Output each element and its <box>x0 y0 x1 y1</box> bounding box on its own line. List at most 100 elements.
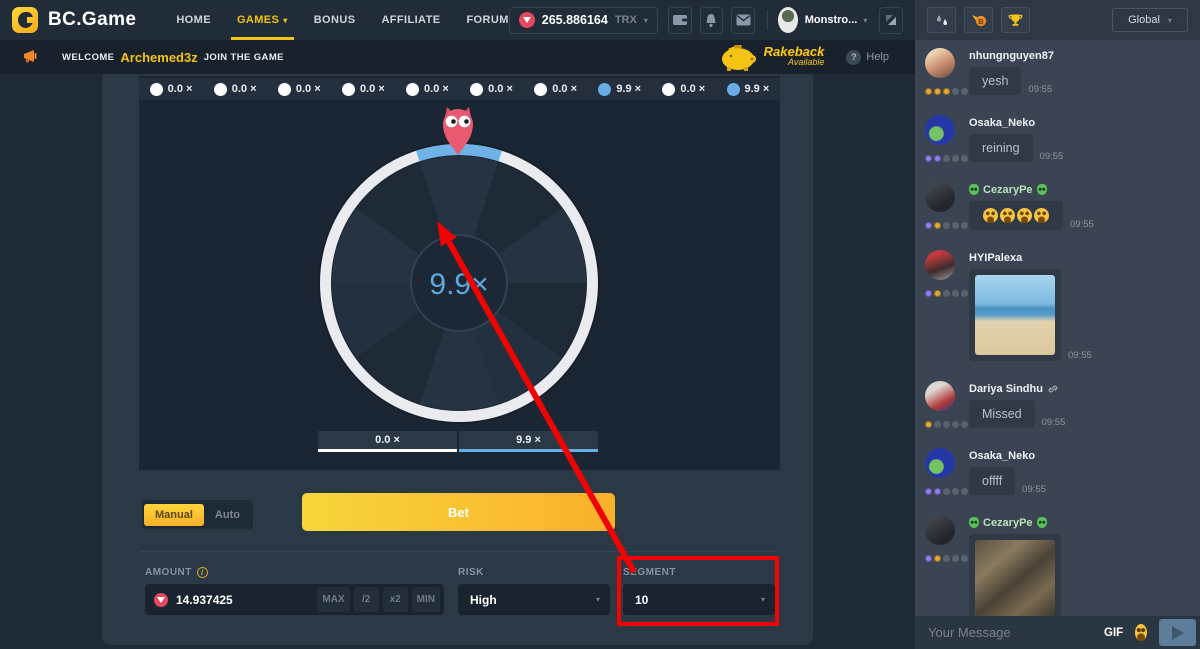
badge-icon <box>925 488 932 495</box>
segment-label: SEGMENT <box>623 567 775 578</box>
chat-bubble <box>969 269 1061 361</box>
badge-icon <box>943 155 950 162</box>
badge-icon <box>952 88 959 95</box>
user-badges <box>925 155 968 162</box>
avatar[interactable] <box>925 515 955 545</box>
history-entry: 0.0 × <box>267 78 331 100</box>
chevron-down-icon: ▾ <box>863 16 867 25</box>
chat-username[interactable]: Osaka_Neko <box>969 115 1190 130</box>
trx-coin-icon <box>154 593 168 607</box>
send-icon <box>1172 626 1184 640</box>
chat-username[interactable]: Dariya Sindhu <box>969 381 1190 396</box>
emoji-picker-button[interactable] <box>1135 624 1147 641</box>
balance-dropdown[interactable]: 265.886164 TRX ▾ <box>509 7 658 34</box>
badge-icon <box>934 222 941 229</box>
owl-pointer-mascot <box>439 106 477 156</box>
payout-cell-1: 9.9 × <box>459 431 598 452</box>
result-dot <box>598 83 611 96</box>
chat-username[interactable]: CezaryPe <box>969 515 1190 530</box>
user-badges <box>925 555 968 562</box>
badge-icon <box>925 421 932 428</box>
history-entry: 0.0 × <box>459 78 523 100</box>
risk-select[interactable]: High ▾ <box>458 584 610 615</box>
notifications-button[interactable] <box>700 7 724 34</box>
collapse-panel-button[interactable] <box>879 7 903 34</box>
chat-message: Osaka_Neko offff09:55 <box>925 448 1190 495</box>
rain-icon <box>935 13 949 27</box>
avatar[interactable] <box>925 182 955 212</box>
max-button[interactable]: MAX <box>317 587 349 612</box>
result-dot <box>727 83 740 96</box>
risk-field-group: RISK High ▾ <box>458 567 610 615</box>
amount-input[interactable]: 14.937425 MAX /2 x2 MIN <box>145 584 444 615</box>
badge-icon <box>943 290 950 297</box>
welcome-banner: WELCOME Archemed3z JOIN THE GAME Rakebac… <box>0 40 915 74</box>
divider <box>767 10 768 30</box>
laughing-emoji <box>1017 208 1032 223</box>
nav-item-forum[interactable]: FORUM <box>466 0 508 40</box>
history-entry: 0.0 × <box>203 78 267 100</box>
nav-item-home[interactable]: HOME <box>176 0 211 40</box>
gif-button[interactable]: GIF <box>1104 627 1123 639</box>
rain-button[interactable] <box>927 7 956 33</box>
username[interactable]: Monstro... <box>805 14 858 26</box>
history-entry: 9.9 × <box>716 78 780 100</box>
chat-bubble: reining <box>969 134 1033 162</box>
avatar[interactable] <box>925 250 955 280</box>
fireball-button[interactable]: B <box>964 7 993 33</box>
info-icon[interactable]: i <box>197 567 208 578</box>
bet-button[interactable]: Bet <box>302 493 615 531</box>
result-dot <box>534 83 547 96</box>
laughing-emoji <box>983 208 998 223</box>
messages-button[interactable] <box>731 7 755 34</box>
avatar[interactable] <box>925 381 955 411</box>
chat-username[interactable]: Osaka_Neko <box>969 448 1190 463</box>
chat-channel-select[interactable]: Global ▾ <box>1112 8 1188 32</box>
chat-username[interactable]: nhungnguyen87 <box>969 48 1190 63</box>
user-badges <box>925 421 968 428</box>
chevron-down-icon: ▾ <box>644 16 648 25</box>
badge-icon <box>952 555 959 562</box>
help-button[interactable]: ? Help <box>846 50 889 65</box>
badge-icon <box>952 421 959 428</box>
contest-button[interactable] <box>1001 7 1030 33</box>
bc-game-logo-icon[interactable] <box>12 7 38 33</box>
balance-currency: TRX <box>615 14 637 26</box>
manual-mode-button[interactable]: Manual <box>144 504 204 526</box>
rakeback-button[interactable]: Rakeback Available <box>718 42 825 72</box>
laughing-emoji <box>1000 208 1015 223</box>
wheel-game-panel: 0.0 × 0.0 × 0.0 × 0.0 × 0.0 × 0.0 × 0.0 … <box>139 76 780 470</box>
nav-item-affiliate[interactable]: AFFILIATE <box>381 0 440 40</box>
balance-amount: 265.886164 <box>542 13 608 27</box>
chevron-down-icon: ▾ <box>1168 16 1172 25</box>
send-message-button[interactable] <box>1159 619 1196 646</box>
avatar[interactable] <box>925 115 955 145</box>
result-dot <box>662 83 675 96</box>
avatar[interactable] <box>925 48 955 78</box>
segment-select[interactable]: 10 ▾ <box>623 584 775 615</box>
user-avatar[interactable] <box>778 7 798 33</box>
nav-item-games[interactable]: GAMES ▾ <box>237 0 288 40</box>
chat-username[interactable]: CezaryPe <box>969 182 1190 197</box>
badge-icon <box>934 88 941 95</box>
avatar[interactable] <box>925 448 955 478</box>
brand-title[interactable]: BC.Game <box>48 9 136 31</box>
timestamp: 09:55 <box>1040 151 1064 162</box>
half-button[interactable]: /2 <box>354 587 379 612</box>
bc-game-app: BC.Game HOME GAMES ▾ BONUS AFFILIATE FOR… <box>0 0 1200 649</box>
bet-mode-toggle: Manual Auto <box>142 500 253 529</box>
collapse-icon <box>884 13 898 27</box>
min-button[interactable]: MIN <box>412 587 440 612</box>
emoji-message <box>969 201 1063 230</box>
nav-item-bonus[interactable]: BONUS <box>314 0 356 40</box>
wallet-button[interactable] <box>668 7 692 34</box>
timestamp: 09:55 <box>1028 84 1052 95</box>
badge-icon <box>961 488 968 495</box>
double-button[interactable]: x2 <box>383 587 408 612</box>
auto-mode-button[interactable]: Auto <box>204 504 251 526</box>
chat-username[interactable]: HYIPalexa <box>969 250 1190 265</box>
cat-gif <box>975 540 1055 616</box>
badge-icon <box>952 222 959 229</box>
chat-message-input[interactable] <box>928 625 1104 640</box>
link-icon <box>1047 383 1059 395</box>
